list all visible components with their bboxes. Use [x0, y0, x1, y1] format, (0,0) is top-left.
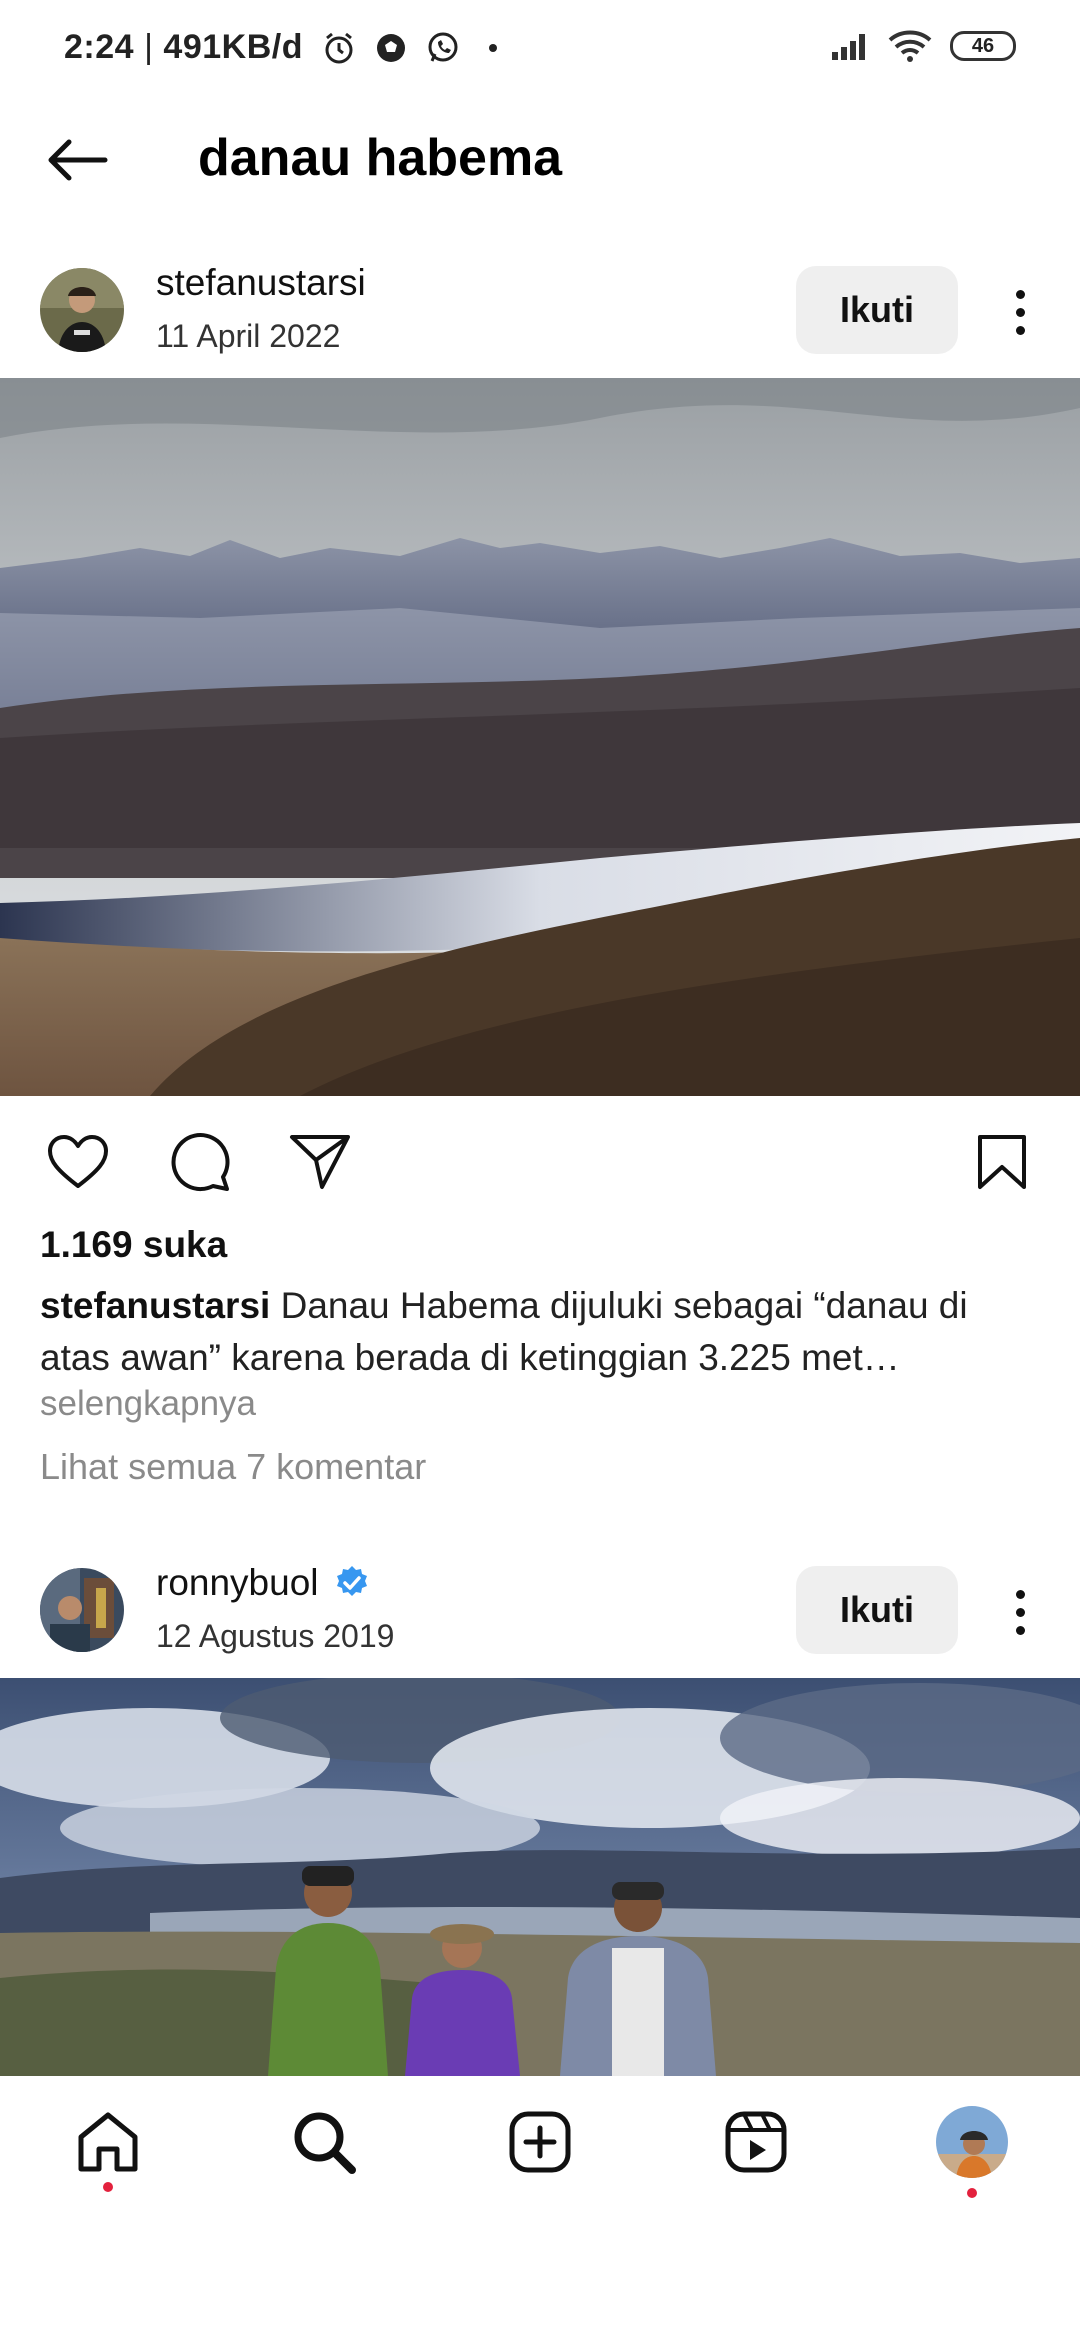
profile-avatar-image [936, 2106, 1008, 2178]
lake-landscape-image [0, 378, 1080, 1096]
post-username[interactable]: ronnybuol [156, 1562, 371, 1604]
alarm-icon [325, 32, 353, 63]
likes-count[interactable]: 1.169 suka [40, 1224, 227, 1266]
page-title: danau habema [198, 129, 563, 187]
notification-icons [321, 30, 461, 66]
share-button[interactable] [286, 1128, 354, 1196]
status-left: 2:24 | 491KB/d [64, 28, 497, 67]
post-caption: stefanustarsi Danau Habema dijuluki seba… [40, 1280, 1040, 1384]
nav-reels[interactable] [718, 2104, 794, 2180]
battery-level: 46 [971, 34, 995, 57]
bottom-navigation [0, 2076, 1080, 2216]
back-button[interactable] [40, 130, 114, 190]
home-icon [78, 2112, 138, 2172]
more-options-button[interactable] [996, 1572, 1044, 1652]
post-date: 11 April 2022 [156, 318, 341, 354]
network-speed: 491KB/d [163, 28, 303, 66]
search-icon [294, 2112, 356, 2174]
create-icon [509, 2111, 571, 2173]
post-actions [0, 1120, 1080, 1200]
status-right: 46 [830, 30, 1016, 62]
signal-icon [832, 34, 865, 60]
like-button[interactable] [44, 1128, 112, 1196]
group-landscape-image [0, 1678, 1080, 2076]
share-icon [290, 1135, 350, 1189]
avatar-image [40, 268, 124, 352]
nav-search[interactable] [286, 2104, 362, 2180]
view-comments-link[interactable]: Lihat semua 7 komentar [40, 1446, 426, 1488]
status-bar: 2:24 | 491KB/d 46 [0, 0, 1080, 100]
post-header: ronnybuol 12 Agustus 2019 Ikuti [0, 1552, 1080, 1672]
verified-badge-icon [336, 1566, 367, 1596]
profile-notification-dot [967, 2188, 977, 2198]
arrow-left-icon [48, 139, 108, 181]
status-time: 2:24 [64, 28, 135, 66]
comment-button[interactable] [166, 1128, 234, 1196]
post-date: 12 Agustus 2019 [156, 1618, 395, 1654]
nav-create[interactable] [502, 2104, 578, 2180]
avatar[interactable] [40, 1568, 124, 1652]
reels-icon [725, 2111, 787, 2173]
wifi-icon [888, 30, 932, 62]
follow-button[interactable]: Ikuti [796, 266, 958, 354]
avatar-image [40, 1568, 124, 1652]
comment-icon [171, 1133, 230, 1192]
username-text: ronnybuol [156, 1562, 319, 1603]
more-notifications-dot [488, 43, 497, 52]
username-text: stefanustarsi [156, 262, 366, 303]
nav-profile[interactable] [934, 2104, 1010, 2180]
post-image[interactable] [0, 378, 1080, 1096]
follow-button[interactable]: Ikuti [796, 1566, 958, 1654]
whatsapp-icon [428, 32, 458, 62]
caption-username[interactable]: stefanustarsi [40, 1285, 270, 1326]
post-username[interactable]: stefanustarsi [156, 262, 366, 304]
profile-avatar [936, 2106, 1008, 2178]
save-button[interactable] [968, 1128, 1036, 1196]
nav-home[interactable] [70, 2104, 146, 2180]
soccer-ball-icon [376, 33, 405, 62]
battery-icon: 46 [950, 31, 1016, 61]
avatar[interactable] [40, 268, 124, 352]
see-more-link[interactable]: selengkapnya [40, 1384, 256, 1424]
home-notification-dot [103, 2182, 113, 2192]
heart-icon [48, 1135, 108, 1188]
bookmark-icon [978, 1135, 1026, 1189]
status-separator: | [144, 28, 154, 66]
post-image[interactable] [0, 1678, 1080, 2076]
post-header: stefanustarsi 11 April 2022 Ikuti [0, 252, 1080, 372]
more-options-button[interactable] [996, 272, 1044, 352]
page-header: danau habema [0, 110, 1080, 210]
